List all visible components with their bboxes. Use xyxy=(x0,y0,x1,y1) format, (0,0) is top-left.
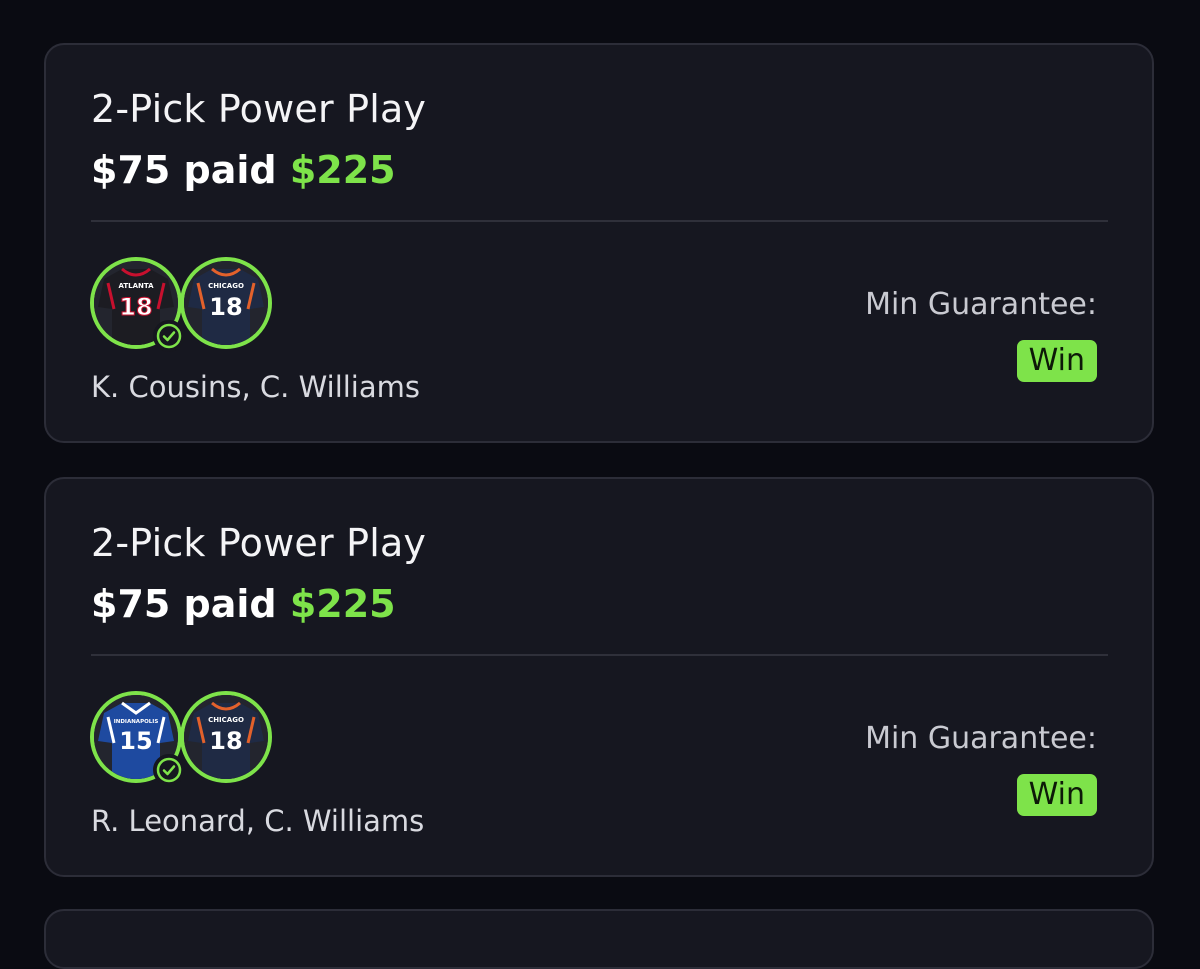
jersey-team-text: INDIANAPOLIS xyxy=(114,719,159,725)
check-circle-icon xyxy=(153,754,185,786)
payout-amount: $225 xyxy=(289,148,396,192)
entry-card[interactable]: 2-Pick Power Play $75 paid $225 ATLANTA … xyxy=(44,43,1154,443)
result-badge: Win xyxy=(1016,340,1097,382)
amount-paid: $75 paid xyxy=(91,582,277,626)
jersey-team-text: CHICAGO xyxy=(208,716,244,724)
jersey-avatar-chicago: CHICAGO 18 xyxy=(180,257,272,349)
player-names: K. Cousins, C. Williams xyxy=(91,370,420,404)
entry-payout: $75 paid $225 xyxy=(91,148,396,192)
jersey-team-text: ATLANTA xyxy=(118,282,154,290)
jersey-number-text: 15 xyxy=(119,727,152,755)
min-guarantee-label: Min Guarantee: xyxy=(865,721,1097,756)
jersey-team-text: CHICAGO xyxy=(208,282,244,290)
entry-title: 2-Pick Power Play xyxy=(91,521,427,565)
amount-paid: $75 paid xyxy=(91,148,277,192)
payout-amount: $225 xyxy=(289,582,396,626)
entry-card[interactable] xyxy=(44,909,1154,969)
entry-payout: $75 paid $225 xyxy=(91,582,396,626)
min-guarantee-label: Min Guarantee: xyxy=(865,287,1097,322)
entry-title: 2-Pick Power Play xyxy=(91,87,427,131)
jersey-icon: CHICAGO 18 xyxy=(184,261,268,345)
result-badge: Win xyxy=(1016,774,1097,816)
player-avatars: ATLANTA 18 CHICAGO 18 xyxy=(90,257,280,357)
check-circle-icon xyxy=(153,320,185,352)
jersey-number-text: 18 xyxy=(209,727,242,755)
player-avatars: INDIANAPOLIS 15 CHICAGO 18 xyxy=(90,691,280,791)
divider xyxy=(91,220,1108,222)
player-names: R. Leonard, C. Williams xyxy=(91,804,425,838)
jersey-icon: CHICAGO 18 xyxy=(184,695,268,779)
jersey-number-text: 18 xyxy=(209,293,242,321)
jersey-avatar-chicago: CHICAGO 18 xyxy=(180,691,272,783)
divider xyxy=(91,654,1108,656)
jersey-number-text: 18 xyxy=(119,293,152,321)
entry-card[interactable]: 2-Pick Power Play $75 paid $225 INDIANAP… xyxy=(44,477,1154,877)
